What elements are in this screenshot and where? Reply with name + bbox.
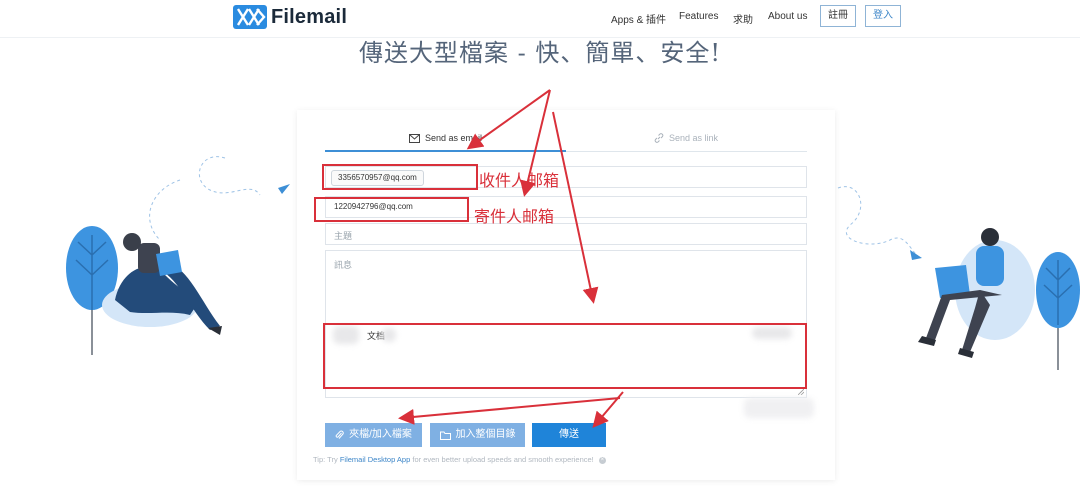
redacted-blur [744,398,814,418]
tab-send-as-link[interactable]: Send as link [654,131,718,145]
add-folder-label: 加入整個目錄 [455,429,516,440]
desktop-app-link[interactable]: Filemail Desktop App [340,455,410,464]
nav-link-help[interactable]: 求助 [733,11,753,26]
page-headline: 傳送大型檔案 - 快、簡單、安全! [358,39,721,67]
tip-suffix: for even better upload speeds and smooth… [412,455,594,464]
message-placeholder: 訊息 [334,260,353,270]
add-files-label: 夾檔/加入檔案 [349,429,412,440]
sender-highlight-box [314,197,469,222]
recipient-highlight-box [322,164,478,190]
signin-button[interactable]: 登入 [865,5,901,27]
filemail-logo[interactable]: Filemail [233,4,347,30]
subject-field[interactable]: 主題 [325,223,807,245]
subject-placeholder: 主題 [334,231,353,241]
folder-icon [439,431,451,440]
tab-link-label: Send as link [669,133,719,143]
filemail-logo-icon [233,5,267,29]
send-button[interactable]: 傳送 [532,423,606,447]
resize-handle-icon[interactable] [798,389,804,395]
recipient-annotation: 收件人邮箱 [479,171,560,190]
send-label: 傳送 [559,429,579,440]
tab-divider [566,151,807,152]
tab-send-as-email[interactable]: Send as email [409,131,482,145]
add-files-button[interactable]: 夾檔/加入檔案 [325,423,422,447]
nav-link-apps[interactable]: Apps & 插件 [611,11,666,26]
tip-close-icon[interactable]: × [598,456,606,464]
person-with-laptop-illustration [837,186,1080,370]
logo-text: Filemail [271,5,348,28]
active-tab-indicator [325,150,566,152]
nav-link-about[interactable]: About us [768,11,807,22]
tip-prefix: Tip: Try [313,455,338,464]
tip-text: Tip: Try Filemail Desktop App for even b… [313,455,606,464]
link-icon [654,133,664,143]
signup-button[interactable]: 註冊 [820,5,856,27]
tab-email-label: Send as email [425,133,483,143]
envelope-icon [409,133,420,143]
nav-link-features[interactable]: Features [679,11,718,22]
person-on-beanbag-illustration [66,156,290,355]
attachment-highlight-box [323,323,807,389]
add-folder-button[interactable]: 加入整個目錄 [430,423,525,447]
sender-annotation: 寄件人邮箱 [474,207,555,226]
paperclip-icon [335,430,344,439]
